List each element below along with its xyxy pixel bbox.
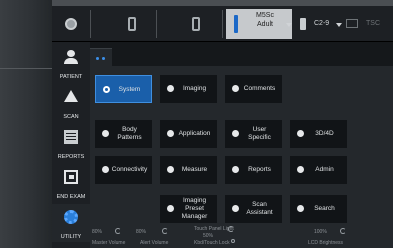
tsc-icon <box>346 19 358 28</box>
radio-icon <box>102 130 109 137</box>
utility-search-button[interactable]: Search <box>290 195 347 223</box>
utility-reports-button[interactable]: Reports <box>225 156 282 184</box>
nav-patient[interactable]: PATIENT <box>52 44 90 82</box>
active-probe-button[interactable]: M5Sc Adult <box>226 9 292 39</box>
nav-end-exam[interactable]: END EXAM <box>52 164 90 202</box>
page-dot <box>96 57 99 60</box>
utility-application-button[interactable]: Application <box>160 120 217 148</box>
top-toolbar: M5Sc Adult C2-9 TSC <box>52 6 393 42</box>
master-volume-knob-icon[interactable] <box>115 228 121 234</box>
page-dot <box>102 57 105 60</box>
tab-strip <box>90 42 393 66</box>
probe-c29-button[interactable]: C2-9 <box>296 9 342 39</box>
utility-gear-icon <box>64 210 78 224</box>
radio-icon <box>167 130 174 137</box>
button-label: Reports <box>248 166 271 173</box>
radio-icon <box>297 130 304 137</box>
utility-body-patterns-button[interactable]: Body Patterns <box>95 120 152 148</box>
radio-icon <box>297 166 304 173</box>
probe-icon <box>128 17 136 31</box>
chevron-down-icon[interactable] <box>286 23 292 27</box>
alert-volume-value: 80% <box>136 229 147 235</box>
probe-slot-1[interactable] <box>112 9 152 39</box>
utility-admin-button[interactable]: Admin <box>290 156 347 184</box>
probe-preset: Adult <box>257 21 273 28</box>
utility-imaging-preset-manager-button[interactable]: Imaging Preset Manager <box>160 195 217 223</box>
lcd-brightness-label: LCD Brightness <box>308 240 344 246</box>
radio-icon <box>103 86 110 93</box>
nav-label: SCAN <box>63 114 79 120</box>
button-label: Application <box>178 130 211 137</box>
alert-volume-knob-icon[interactable] <box>162 228 168 234</box>
utility-panel: System Imaging Comments Body Patterns Ap… <box>90 66 393 248</box>
button-label: Comments <box>243 85 276 92</box>
button-label: 3D/4D <box>315 130 334 137</box>
button-label: Search <box>314 205 335 212</box>
radio-icon <box>297 205 304 212</box>
button-label: Admin <box>315 166 334 173</box>
touch-panel-light-value: 50% <box>203 233 214 239</box>
button-label: User Specific <box>248 126 271 141</box>
patient-icon <box>64 50 78 64</box>
radio-icon <box>232 205 239 212</box>
master-volume-label: Master Volume <box>92 240 126 246</box>
button-label: Measure <box>181 166 208 173</box>
utility-3d4d-button[interactable]: 3D/4D <box>290 120 347 148</box>
radio-icon <box>102 166 109 173</box>
utility-imaging-button[interactable]: Imaging <box>160 75 217 103</box>
utility-comments-button[interactable]: Comments <box>225 75 282 103</box>
alert-volume-label: Alert Volume <box>140 240 169 246</box>
utility-system-button[interactable]: System <box>95 75 152 103</box>
button-label: Scan Assistant <box>246 201 273 216</box>
scan-icon <box>64 90 78 102</box>
probe-active-icon <box>234 15 238 33</box>
probe-icon <box>300 18 306 30</box>
tab-page-1[interactable] <box>90 48 112 66</box>
chevron-down-icon <box>336 23 342 27</box>
touch-panel-light-knob-icon[interactable] <box>228 226 234 232</box>
nav-scan[interactable]: SCAN <box>52 84 90 122</box>
nav-utility[interactable]: UTILITY <box>52 204 90 242</box>
lcd-brightness-value: 100% <box>314 229 327 235</box>
kbd-touch-lock-label: Kbd/Touch Lock <box>194 240 230 246</box>
nav-label: UTILITY <box>60 234 82 240</box>
radio-icon <box>167 85 174 92</box>
radio-icon <box>167 205 174 212</box>
nav-label: PATIENT <box>59 74 83 80</box>
master-volume-value: 80% <box>92 229 103 235</box>
probe-c29-label: C2-9 <box>314 20 330 27</box>
lock-icon[interactable] <box>231 239 235 243</box>
monitor-bezel-left <box>0 0 52 248</box>
probe-icon <box>192 17 200 31</box>
button-label: Imaging Preset Manager <box>181 197 208 220</box>
button-label: Imaging <box>182 85 207 92</box>
button-label: Connectivity <box>111 166 148 173</box>
utility-scan-assistant-button[interactable]: Scan Assistant <box>225 195 282 223</box>
radio-icon <box>232 130 239 137</box>
nav-reports[interactable]: REPORTS <box>52 124 90 162</box>
home-icon <box>65 18 77 30</box>
ultrasound-screen: M5Sc Adult C2-9 TSC PATIENT SCAN REPORTS <box>52 6 393 248</box>
nav-label: END EXAM <box>56 194 86 200</box>
utility-connectivity-button[interactable]: Connectivity <box>95 156 152 184</box>
probe-name: M5Sc <box>256 12 274 19</box>
end-exam-icon <box>64 170 78 184</box>
lcd-brightness-knob-icon[interactable] <box>340 228 346 234</box>
nav-label: REPORTS <box>57 154 85 160</box>
left-navigation: PATIENT SCAN REPORTS END EXAM UTILITY <box>52 42 90 248</box>
radio-icon <box>167 166 174 173</box>
utility-user-specific-button[interactable]: User Specific <box>225 120 282 148</box>
radio-icon <box>232 166 239 173</box>
radio-icon <box>232 85 239 92</box>
reports-icon <box>64 130 78 144</box>
button-label: Body Patterns <box>117 126 142 141</box>
button-label: System <box>118 86 141 93</box>
probe-slot-2[interactable] <box>176 9 216 39</box>
utility-measure-button[interactable]: Measure <box>160 156 217 184</box>
home-button[interactable] <box>52 9 90 39</box>
tsc-button[interactable]: TSC <box>344 9 393 39</box>
bottom-status-row: 80% 80% Touch Panel Light 50% 100% Maste… <box>90 226 393 248</box>
tsc-label: TSC <box>366 20 380 27</box>
